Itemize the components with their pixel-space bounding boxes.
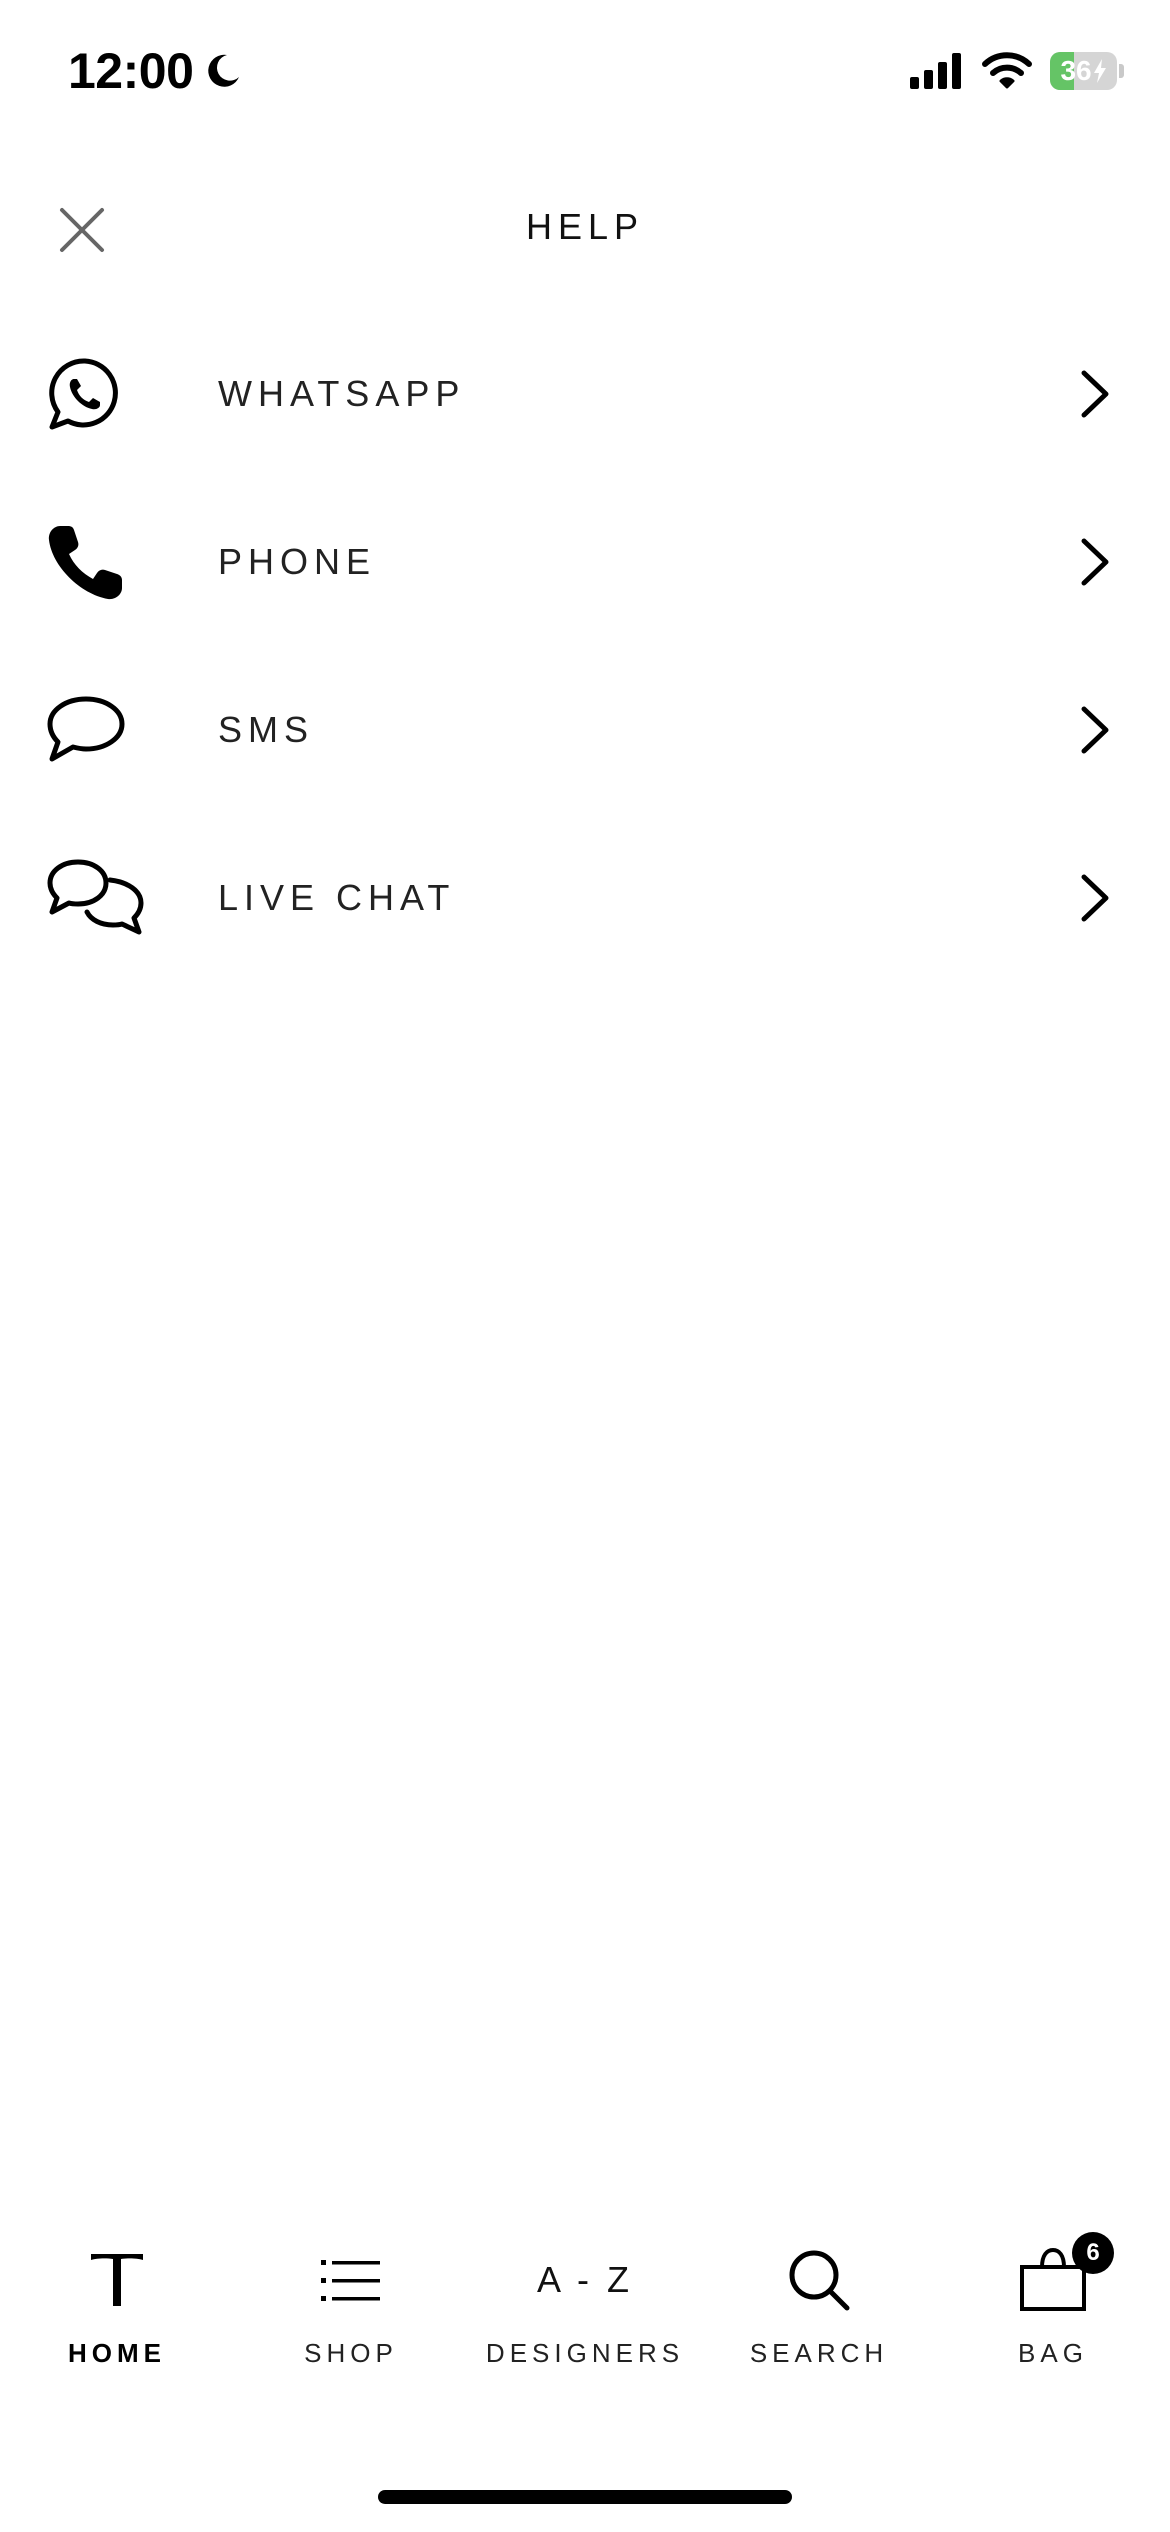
cellular-signal-icon: [910, 53, 961, 89]
status-time: 12:00: [68, 42, 243, 100]
bag-count-badge: 6: [1072, 2232, 1114, 2274]
help-options-list: WHATSAPP PHONE SMS LIVE CHAT: [0, 310, 1170, 982]
tab-search[interactable]: SEARCH: [702, 2240, 936, 2400]
page-title: HELP: [525, 206, 645, 247]
tab-label: DESIGNERS: [485, 2338, 685, 2368]
moon-icon: [208, 54, 240, 87]
tab-shop[interactable]: SHOP: [234, 2240, 468, 2400]
a-z-glyph: A - Z: [537, 2240, 633, 2320]
help-item-whatsapp[interactable]: WHATSAPP: [0, 310, 1170, 478]
help-item-label: WHATSAPP: [218, 373, 466, 414]
whatsapp-icon: [46, 344, 146, 444]
battery-charging-icon: [1093, 59, 1106, 83]
tab-home[interactable]: HOME: [0, 2240, 234, 2400]
home-t-logo-icon: [87, 2240, 147, 2320]
header: HELP: [0, 180, 1170, 280]
tab-bag[interactable]: 6 BAG: [936, 2232, 1170, 2400]
chevron-right-icon: [1070, 870, 1120, 926]
battery-indicator: 36: [1050, 52, 1124, 90]
search-icon: [787, 2240, 851, 2320]
battery-text: 36: [1050, 52, 1117, 90]
chat-bubbles-icon: [46, 848, 146, 948]
home-indicator[interactable]: [378, 2490, 792, 2504]
status-icons: 36: [910, 52, 1124, 90]
chevron-right-icon: [1070, 702, 1120, 758]
help-item-label: PHONE: [218, 541, 377, 582]
battery-level: 36: [1060, 55, 1092, 86]
list-icon: [321, 2240, 381, 2320]
bottom-tab-bar: HOME SHOP A - Z DESIGNERS SEARCH 6 BAG: [0, 2232, 1170, 2400]
status-time-text: 12:00: [68, 43, 194, 99]
tab-label: SEARCH: [749, 2338, 889, 2368]
chevron-right-icon: [1070, 534, 1120, 590]
phone-icon: [46, 512, 146, 612]
help-item-live-chat[interactable]: LIVE CHAT: [0, 814, 1170, 982]
speech-bubble-icon: [46, 680, 146, 780]
help-item-label: LIVE CHAT: [218, 877, 456, 918]
tab-label: SHOP: [304, 2338, 398, 2368]
help-item-label: SMS: [218, 709, 315, 750]
battery-body: 36: [1050, 52, 1118, 90]
tab-label: HOME: [68, 2338, 166, 2368]
tab-designers[interactable]: A - Z DESIGNERS: [468, 2240, 702, 2400]
wifi-icon: [982, 52, 1032, 89]
a-z-text: A - Z: [536, 2259, 633, 2300]
shopping-bag-icon: 6: [1018, 2232, 1114, 2320]
help-item-sms[interactable]: SMS: [0, 646, 1170, 814]
status-bar: 12:00 36: [0, 0, 1170, 150]
help-item-phone[interactable]: PHONE: [0, 478, 1170, 646]
tab-label: BAG: [1018, 2338, 1088, 2368]
chevron-right-icon: [1070, 366, 1120, 422]
battery-tip: [1119, 64, 1124, 78]
